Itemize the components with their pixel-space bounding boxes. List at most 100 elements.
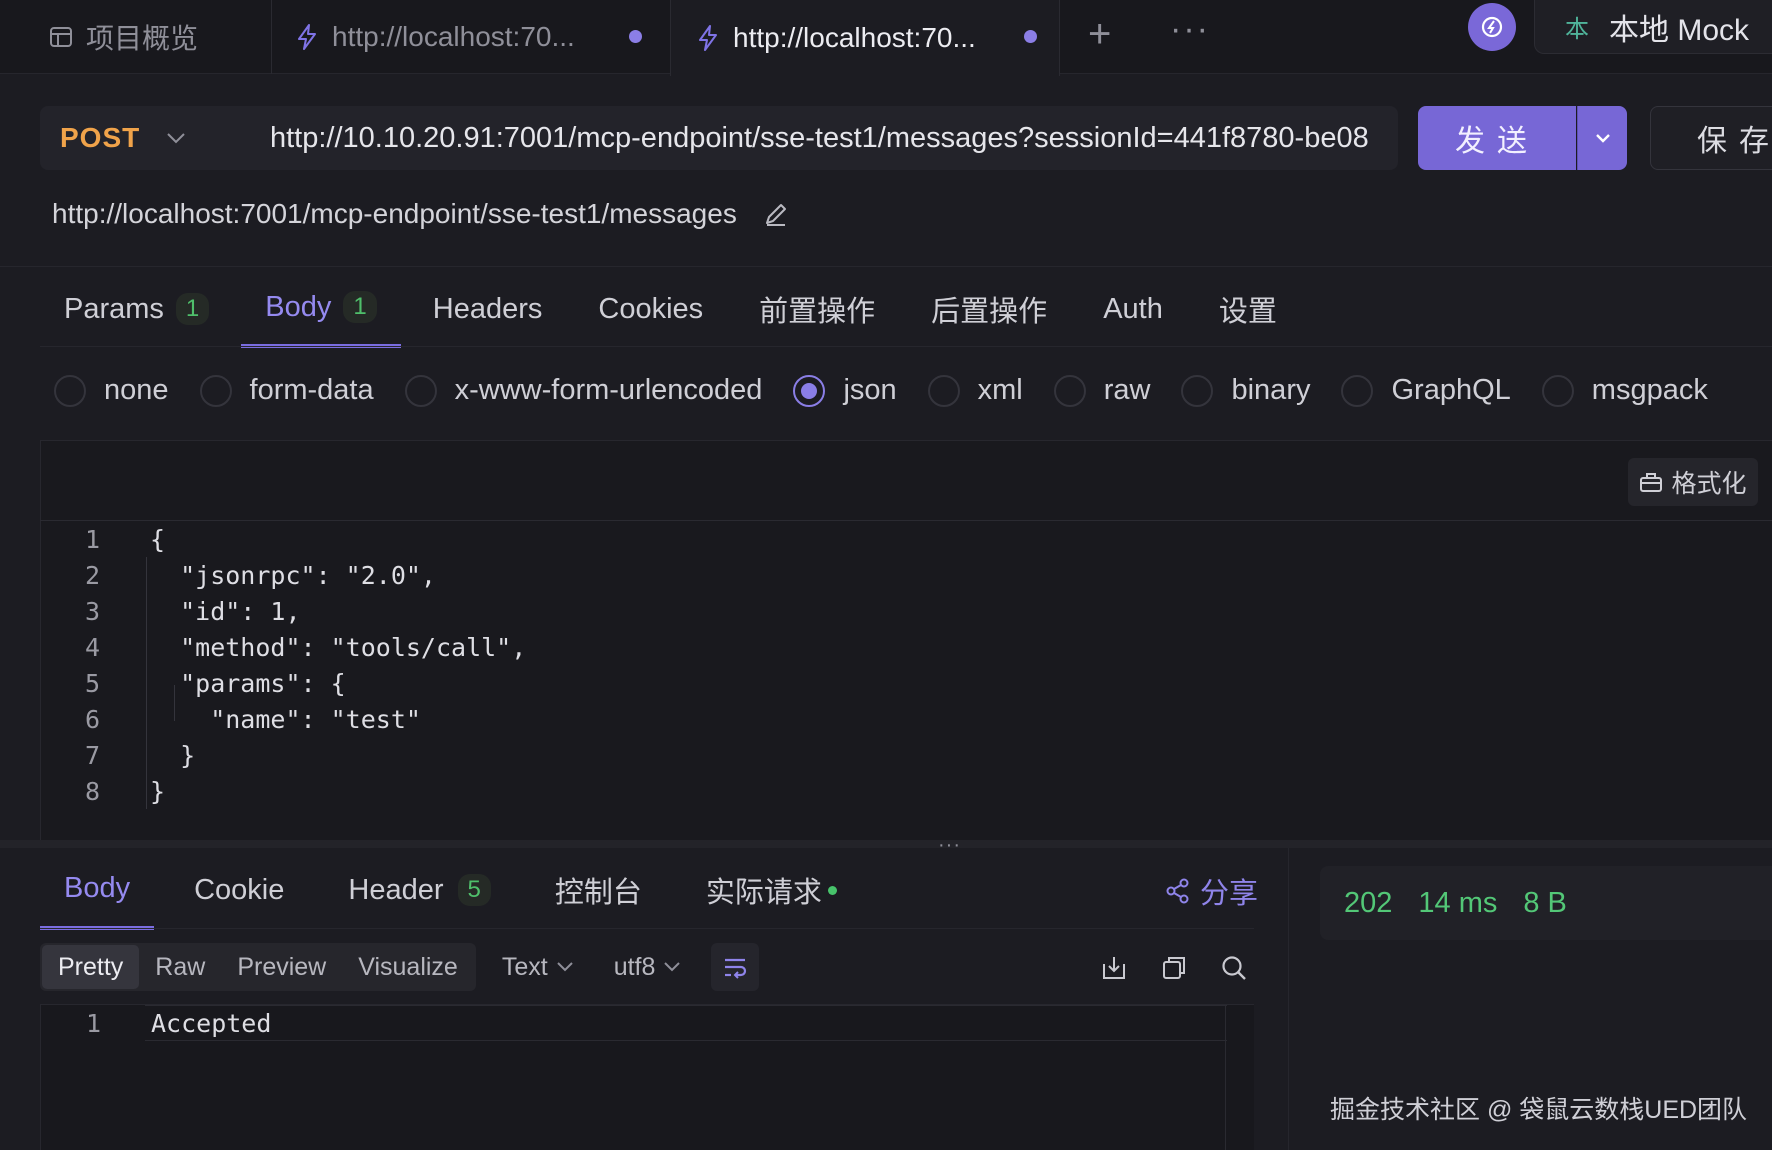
tab-project-overview[interactable]: 项目概览 <box>46 0 272 74</box>
tab-settings[interactable]: 设置 <box>1195 270 1301 348</box>
tab-label: Header <box>348 873 444 906</box>
tab-bar: 项目概览 http://localhost:70... http://local… <box>0 0 1772 76</box>
line-number: 3 <box>84 596 100 626</box>
radio-circle <box>404 374 437 407</box>
share-label: 分享 <box>1200 878 1259 910</box>
chevron-down-icon <box>167 133 185 144</box>
radio-json[interactable]: json <box>793 374 897 407</box>
response-body-viewer[interactable]: 1 Accepted <box>40 1004 1254 1150</box>
view-mode-raw[interactable]: Raw <box>139 945 221 989</box>
tab-console[interactable]: 控制台 <box>531 850 666 930</box>
url-input[interactable] <box>224 106 1398 170</box>
tab-actual-request[interactable]: 实际请求 <box>682 850 861 930</box>
response-toolbar: Pretty Raw Preview Visualize Text utf8 <box>40 942 760 992</box>
count-badge: 1 <box>343 291 377 323</box>
lightning-icon <box>292 22 322 52</box>
radio-raw[interactable]: raw <box>1053 374 1150 407</box>
view-mode-preview[interactable]: Preview <box>221 945 342 989</box>
radio-form-data[interactable]: form-data <box>199 374 374 407</box>
send-options-button[interactable] <box>1577 106 1627 170</box>
code-line: 7 } <box>40 737 195 773</box>
new-tab-plus-icon[interactable]: + <box>1088 12 1111 57</box>
more-icon[interactable]: ··· <box>1170 10 1210 49</box>
format-select[interactable]: Text <box>502 953 574 982</box>
line-number: 1 <box>85 1008 101 1038</box>
code-line: 3 "id": 1, <box>40 593 301 629</box>
radio-label: form-data <box>249 374 374 406</box>
format-button[interactable]: 格式化 <box>1628 458 1758 506</box>
radio-x-www-form-urlencoded[interactable]: x-www-form-urlencoded <box>404 374 762 407</box>
radio-circle <box>1541 374 1574 407</box>
code-area[interactable]: 1{ 2 "jsonrpc": "2.0", 3 "id": 1, 4 "met… <box>40 520 1772 840</box>
send-button[interactable]: 发送 <box>1418 106 1576 170</box>
lightning-icon <box>693 23 723 53</box>
code-line: 2 "jsonrpc": "2.0", <box>40 557 436 593</box>
response-status: 202 14 ms 8 B <box>1320 866 1772 940</box>
tab-label: http://localhost:70... <box>332 21 575 52</box>
radio-xml[interactable]: xml <box>927 374 1023 407</box>
tab-label: Body <box>64 871 131 904</box>
code-line: 4 "method": "tools/call", <box>40 629 526 665</box>
request-tabs: Params 1 Body 1 Headers Cookies 前置操作 后置操作 … <box>40 270 1301 348</box>
tab-request-1[interactable]: http://localhost:70... <box>292 0 664 74</box>
radio-circle <box>793 374 826 407</box>
tab-response-header[interactable]: Header 5 <box>324 850 514 930</box>
watermark: 掘金技术社区 @ 袋鼠云数栈UED团队 <box>1330 1096 1748 1124</box>
body-type-group: none form-data x-www-form-urlencoded jso… <box>54 374 1739 407</box>
radio-label: json <box>843 374 897 406</box>
endpoint-path-text: http://localhost:7001/mcp-endpoint/sse-t… <box>52 198 737 229</box>
code-text: "jsonrpc": "2.0", <box>150 560 436 590</box>
radio-binary[interactable]: binary <box>1181 374 1310 407</box>
share-button[interactable]: 分享 <box>1164 870 1258 912</box>
environment-select[interactable]: 本 本地 Mock <box>1534 0 1772 54</box>
env-badge: 本 <box>1565 16 1589 43</box>
copy-icon[interactable] <box>1158 952 1190 984</box>
tab-pre-processors[interactable]: 前置操作 <box>735 270 899 348</box>
save-button[interactable]: 保存 <box>1650 106 1772 170</box>
encoding-select[interactable]: utf8 <box>614 953 682 982</box>
count-badge: 5 <box>457 874 491 906</box>
radio-circle <box>927 374 960 407</box>
format-select-value: Text <box>501 952 548 981</box>
view-mode-pretty[interactable]: Pretty <box>42 945 140 989</box>
unsaved-dot <box>1024 30 1037 43</box>
tab-request-2[interactable]: http://localhost:70... <box>670 0 1060 76</box>
count-badge: 1 <box>175 293 210 325</box>
response-text: Accepted <box>151 1008 272 1038</box>
tab-auth[interactable]: Auth <box>1079 270 1187 348</box>
line-number: 7 <box>84 740 100 770</box>
tab-body[interactable]: Body 1 <box>241 270 401 348</box>
endpoint-path: http://localhost:7001/mcp-endpoint/sse-t… <box>52 198 789 230</box>
tab-post-processors[interactable]: 后置操作 <box>907 270 1071 348</box>
tab-headers[interactable]: Headers <box>409 270 567 348</box>
code-text: "name": "test" <box>150 704 421 734</box>
tab-cookies[interactable]: Cookies <box>574 270 727 348</box>
drag-handle-icon[interactable]: ··· <box>938 834 961 857</box>
sync-button[interactable] <box>1468 3 1516 51</box>
method-select[interactable]: POST <box>40 106 224 170</box>
tab-label: Headers <box>432 292 543 325</box>
tab-response-body[interactable]: Body <box>40 850 155 930</box>
radio-msgpack[interactable]: msgpack <box>1541 374 1708 407</box>
status-code: 202 <box>1344 886 1393 919</box>
search-icon[interactable] <box>1218 952 1250 984</box>
format-label: 格式化 <box>1671 470 1747 498</box>
radio-circle <box>1341 374 1374 407</box>
layout-icon <box>46 22 76 52</box>
line-number: 2 <box>84 560 100 590</box>
view-mode-visualize[interactable]: Visualize <box>342 945 474 989</box>
download-icon[interactable] <box>1098 952 1130 984</box>
radio-graphql[interactable]: GraphQL <box>1341 374 1511 407</box>
edit-icon[interactable] <box>763 201 789 227</box>
tab-params[interactable]: Params 1 <box>40 270 233 348</box>
word-wrap-button[interactable] <box>711 943 760 991</box>
tab-label: Cookie <box>194 873 285 906</box>
encoding-select-value: utf8 <box>613 952 656 981</box>
tab-response-cookie[interactable]: Cookie <box>170 850 308 930</box>
panel-splitter[interactable] <box>0 840 1772 848</box>
line-number: 4 <box>84 632 100 662</box>
panel-divider <box>1288 848 1289 1150</box>
line-number: 8 <box>84 776 100 806</box>
scrollbar[interactable] <box>1225 1005 1226 1150</box>
radio-none[interactable]: none <box>54 374 169 407</box>
